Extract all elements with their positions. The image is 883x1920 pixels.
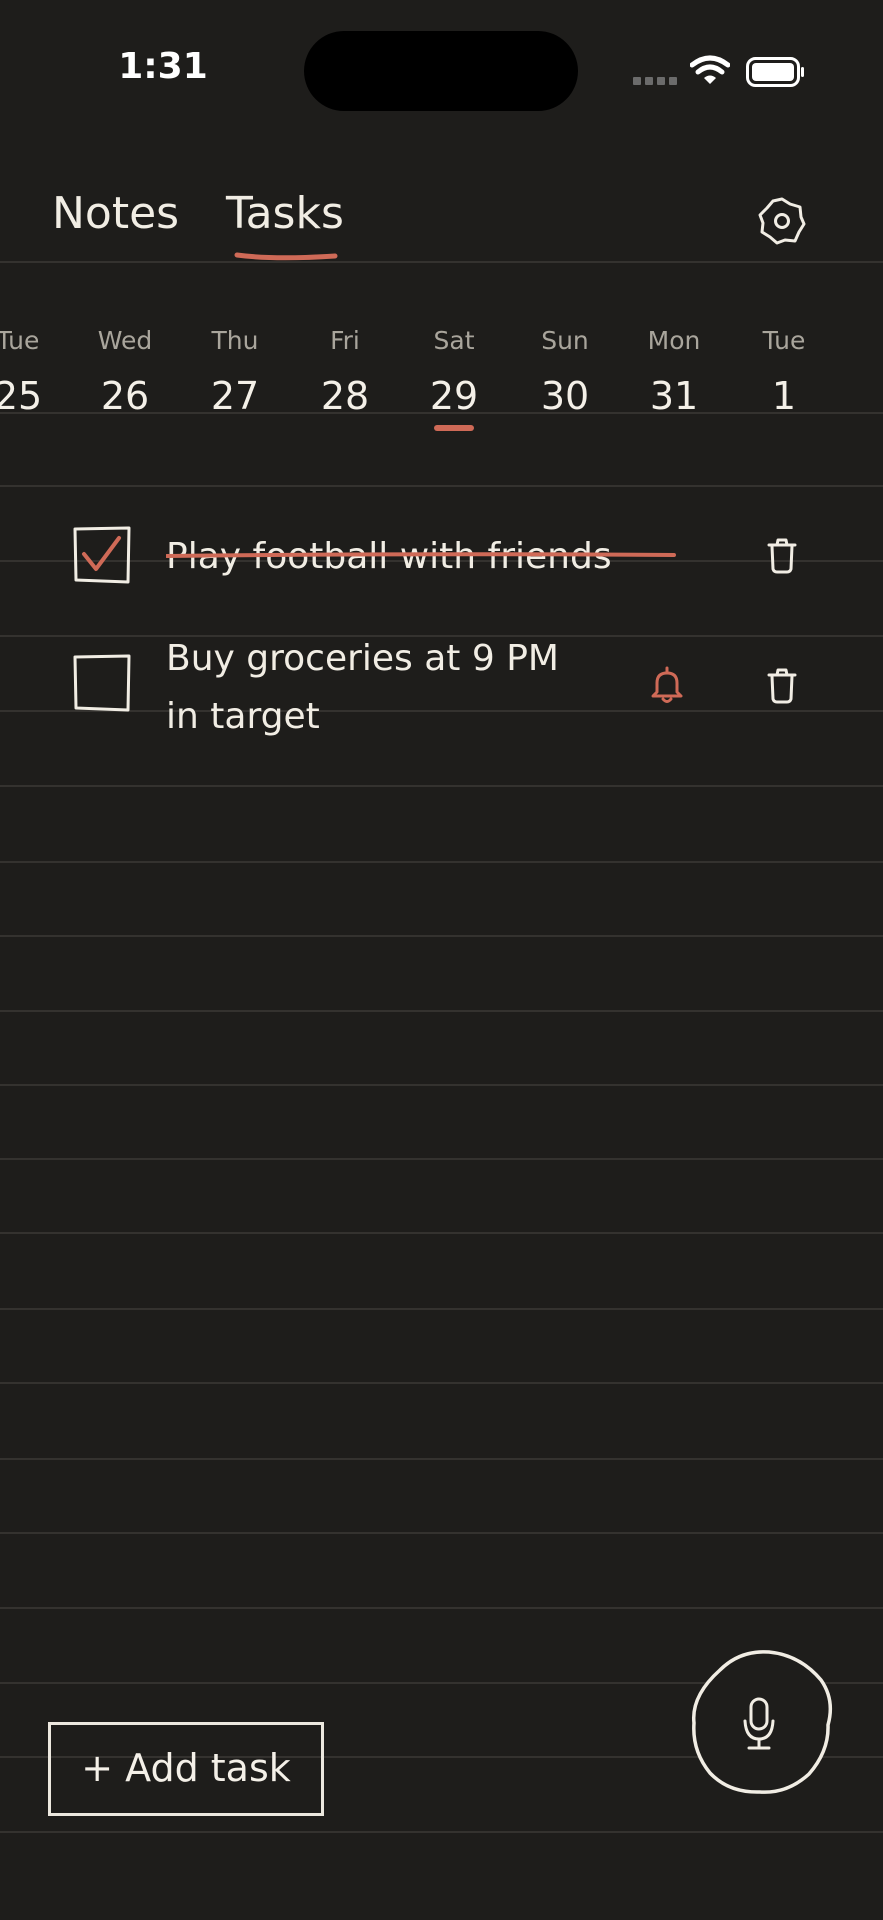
task-checkbox[interactable] (72, 653, 132, 713)
bell-icon[interactable] (650, 665, 684, 705)
weekday-label: Sat (433, 326, 475, 355)
voice-input-button[interactable] (688, 1647, 836, 1797)
day-number: 29 (429, 374, 479, 418)
gear-icon[interactable] (757, 196, 807, 246)
add-task-button[interactable]: + Add task (48, 1722, 324, 1816)
ruled-lines (0, 0, 883, 1920)
dynamic-island (304, 31, 578, 111)
day-number: 25 (0, 374, 43, 418)
active-tab-underline (234, 252, 338, 261)
weekday-label: Mon (647, 326, 701, 355)
task-text[interactable]: Buy groceries at 9 PM in target (166, 630, 566, 746)
strikethrough-line (166, 552, 676, 558)
weekday-label: Thu (211, 326, 259, 355)
day-number: 28 (320, 374, 370, 418)
tab-notes[interactable]: Notes (52, 188, 179, 239)
weekday-label: Wed (97, 326, 153, 355)
weekday-label: Fri (330, 326, 360, 355)
day-number: 27 (210, 374, 260, 418)
battery-icon (746, 57, 804, 87)
cellular-signal-icon (633, 77, 677, 85)
selected-day-underline (434, 425, 474, 431)
weekday-label: Sun (541, 326, 589, 355)
task-checkbox-checked[interactable] (72, 525, 132, 585)
trash-icon[interactable] (767, 538, 797, 574)
weekday-label: Tue (762, 326, 806, 355)
trash-icon[interactable] (767, 668, 797, 704)
tab-tasks[interactable]: Tasks (226, 188, 344, 239)
day-number: 31 (649, 374, 699, 418)
day-number: 30 (540, 374, 590, 418)
wifi-icon (690, 55, 730, 84)
weekday-label: Tue (0, 326, 40, 355)
day-number: 1 (771, 374, 797, 418)
status-time: 1:31 (118, 46, 208, 87)
day-number: 26 (100, 374, 150, 418)
